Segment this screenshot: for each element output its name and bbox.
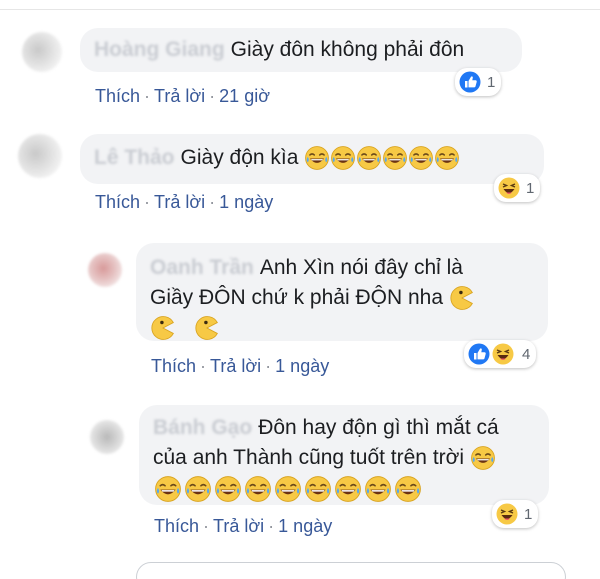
comment-actions: Thích · Trả lời · 1 ngày — [151, 356, 330, 376]
reply-input[interactable] — [136, 562, 566, 579]
comment-actions: Thích · Trả lời · 21 giờ — [95, 86, 271, 106]
reply-link[interactable]: Trả lời — [210, 356, 261, 376]
comment-timestamp[interactable]: 1 ngày — [275, 356, 329, 376]
reply-link[interactable]: Trả lời — [154, 192, 205, 212]
like-icon — [459, 71, 481, 93]
like-link[interactable]: Thích — [154, 516, 199, 536]
reaction-summary[interactable]: 1 — [494, 174, 541, 202]
comment-bubble: Hoàng Giang Giày đôn không phải đôn — [80, 28, 522, 72]
avatar[interactable] — [90, 420, 124, 454]
reply-link[interactable]: Trả lời — [213, 516, 264, 536]
like-icon — [468, 343, 490, 365]
comment-text: Giày độn kìa — [180, 146, 299, 169]
tears-of-joy-icon — [435, 146, 460, 170]
comment-timestamp[interactable]: 1 ngày — [219, 192, 273, 212]
tears-of-joy-icon — [357, 146, 382, 170]
tears-of-joy-icon — [331, 146, 356, 170]
tears-of-joy-icon — [394, 476, 422, 502]
tears-of-joy-icon — [409, 146, 434, 170]
comment-actions: Thích · Trả lời · 1 ngày — [154, 516, 333, 536]
tears-of-joy-icon — [184, 476, 212, 502]
avatar[interactable] — [18, 134, 62, 178]
like-link[interactable]: Thích — [151, 356, 196, 376]
reaction-count: 1 — [524, 505, 533, 523]
tears-of-joy-icon — [470, 446, 496, 470]
comment-text-line2: của anh Thành cũng tuốt trên trời — [153, 446, 465, 469]
pacman-icon — [195, 316, 218, 340]
comment-author[interactable]: Lê Thảo — [94, 146, 175, 169]
haha-icon — [492, 343, 514, 365]
emoji-row — [150, 313, 220, 343]
comment-author[interactable]: Oanh Trần — [150, 256, 254, 279]
pacman-icon — [151, 316, 174, 340]
tears-of-joy-icon — [383, 146, 408, 170]
tears-of-joy-icon — [334, 476, 362, 502]
reaction-summary[interactable]: 4 — [464, 340, 537, 368]
emoji-row — [153, 475, 423, 505]
comment-author[interactable]: Bánh Gạo — [153, 416, 252, 439]
comment-bubble: Lê Thảo Giày độn kìa — [80, 134, 544, 184]
tears-of-joy-icon — [305, 146, 330, 170]
haha-icon — [498, 177, 520, 199]
reaction-count: 4 — [522, 345, 531, 363]
comment-text-line1: Đôn hay độn gì thì mắt cá — [258, 416, 499, 439]
top-divider — [0, 0, 600, 10]
avatar[interactable] — [88, 253, 122, 287]
pacman-icon — [450, 286, 473, 310]
like-link[interactable]: Thích — [95, 86, 140, 106]
avatar[interactable] — [22, 32, 62, 72]
reaction-count: 1 — [526, 179, 535, 197]
tears-of-joy-icon — [244, 476, 272, 502]
haha-icon — [496, 503, 518, 525]
tears-of-joy-icon — [364, 476, 392, 502]
tears-of-joy-icon — [304, 476, 332, 502]
reaction-summary[interactable]: 1 — [455, 68, 502, 96]
reply-link[interactable]: Trả lời — [154, 86, 205, 106]
comment-timestamp[interactable]: 21 giờ — [219, 86, 270, 106]
tears-of-joy-icon — [214, 476, 242, 502]
comment-text: Giày đôn không phải đôn — [230, 38, 465, 61]
comment-actions: Thích · Trả lời · 1 ngày — [95, 192, 274, 212]
reaction-count: 1 — [487, 73, 496, 91]
emoji-row — [304, 142, 460, 174]
comment-bubble: Bánh Gạo Đôn hay độn gì thì mắt cá của an… — [139, 405, 549, 505]
comment-bubble: Oanh Trần Anh Xìn nói đây chỉ là Giầy ĐÔN… — [136, 243, 548, 341]
reaction-summary[interactable]: 1 — [492, 500, 539, 528]
comment-text-line2: Giầy ĐÔN chứ k phải ĐỘN nha — [150, 286, 443, 309]
comment-text-line1: Anh Xìn nói đây chỉ là — [259, 256, 463, 279]
like-link[interactable]: Thích — [95, 192, 140, 212]
tears-of-joy-icon — [274, 476, 302, 502]
comment-timestamp[interactable]: 1 ngày — [278, 516, 332, 536]
tears-of-joy-icon — [154, 476, 182, 502]
comment-author[interactable]: Hoàng Giang — [94, 38, 225, 61]
